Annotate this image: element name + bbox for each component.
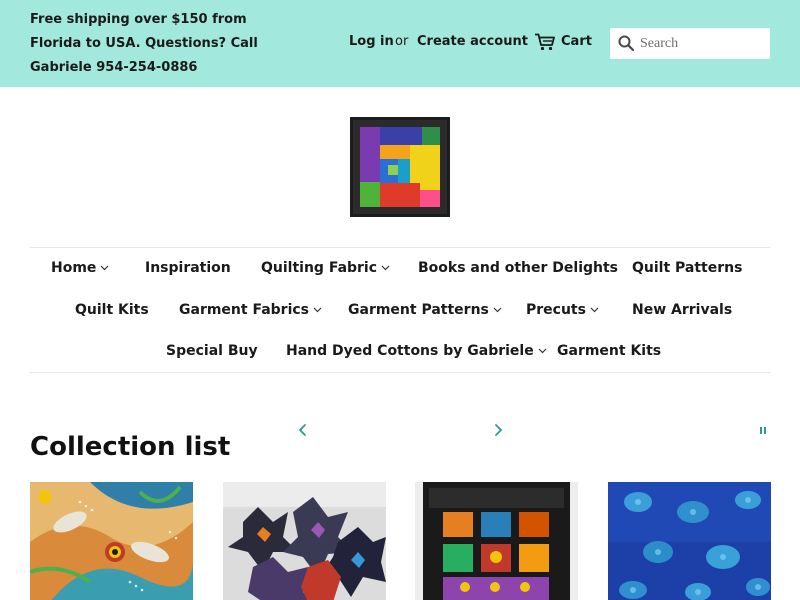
cart-icon[interactable] [535,33,555,51]
create-account-link[interactable]: Create account [417,34,528,49]
search-box [610,28,770,59]
nav-item-home-label: Home [51,260,97,276]
chevron-down-icon [590,307,599,313]
store-logo[interactable] [350,117,450,217]
nav-item-garment-kits[interactable]: Garment Kits [557,343,661,359]
nav-item-hand-dyed[interactable]: Hand Dyed Cottons by Gabriele [286,343,547,359]
nav-item-special-buy-label: Special Buy [166,343,258,359]
top-bar: Free shipping over $150 from Florida to … [0,0,800,87]
collection-tile-1[interactable] [30,482,193,600]
nav-item-quilting-fabric[interactable]: Quilting Fabric [261,260,390,276]
nav-item-quilting-fabric-label: Quilting Fabric [261,260,378,276]
collection-tile-2[interactable] [223,482,386,600]
nav-top-rule [30,247,770,248]
cart-link[interactable]: Cart [561,34,592,49]
nav-item-garment-patterns[interactable]: Garment Patterns [348,302,502,318]
collection-tile-3[interactable] [415,482,578,600]
nav-item-garment-fabrics-label: Garment Fabrics [179,302,310,318]
nav-item-quilt-patterns-label: Quilt Patterns [632,260,743,276]
login-link[interactable]: Log in [349,34,394,49]
pause-icon[interactable] [758,424,768,436]
announcement-text: Free shipping over $150 from Florida to … [30,12,258,75]
nav-item-new-arrivals[interactable]: New Arrivals [632,302,732,318]
nav-item-special-buy[interactable]: Special Buy [166,343,258,359]
chevron-down-icon [538,348,547,354]
nav-item-books-label: Books and other Delights [418,260,619,276]
nav-item-quilt-kits-label: Quilt Kits [75,302,149,318]
chevron-down-icon [493,307,502,313]
cart-link-text[interactable]: Cart [561,34,592,49]
nav-bottom-rule [30,372,770,373]
collection-tile-4[interactable] [608,482,771,600]
nav-item-garment-fabrics[interactable]: Garment Fabrics [179,302,322,318]
chevron-down-icon [313,307,322,313]
nav-item-precuts[interactable]: Precuts [526,302,599,318]
nav-item-garment-kits-label: Garment Kits [557,343,662,359]
nav-item-precuts-label: Precuts [526,302,586,318]
nav-item-new-arrivals-label: New Arrivals [632,302,733,318]
nav-item-books[interactable]: Books and other Delights [418,260,618,276]
chevron-down-icon [100,265,109,271]
nav-item-inspiration-label: Inspiration [145,260,231,276]
login-link-text[interactable]: Log in [349,34,394,49]
nav-item-home[interactable]: Home [51,260,109,276]
nav-item-hand-dyed-label: Hand Dyed Cottons by Gabriele [286,343,534,359]
search-icon[interactable] [618,35,634,51]
search-input[interactable] [640,28,766,59]
chevron-down-icon [381,265,390,271]
nav-item-quilt-kits[interactable]: Quilt Kits [75,302,149,318]
or-text: or [395,34,409,49]
nav-item-quilt-patterns[interactable]: Quilt Patterns [632,260,742,276]
chevron-right-icon[interactable] [491,422,505,438]
nav-item-garment-patterns-label: Garment Patterns [348,302,489,318]
chevron-left-icon[interactable] [296,422,310,438]
nav-item-inspiration[interactable]: Inspiration [145,260,231,276]
create-account-link-text[interactable]: Create account [417,34,528,49]
collection-list-title: Collection list [30,432,231,462]
